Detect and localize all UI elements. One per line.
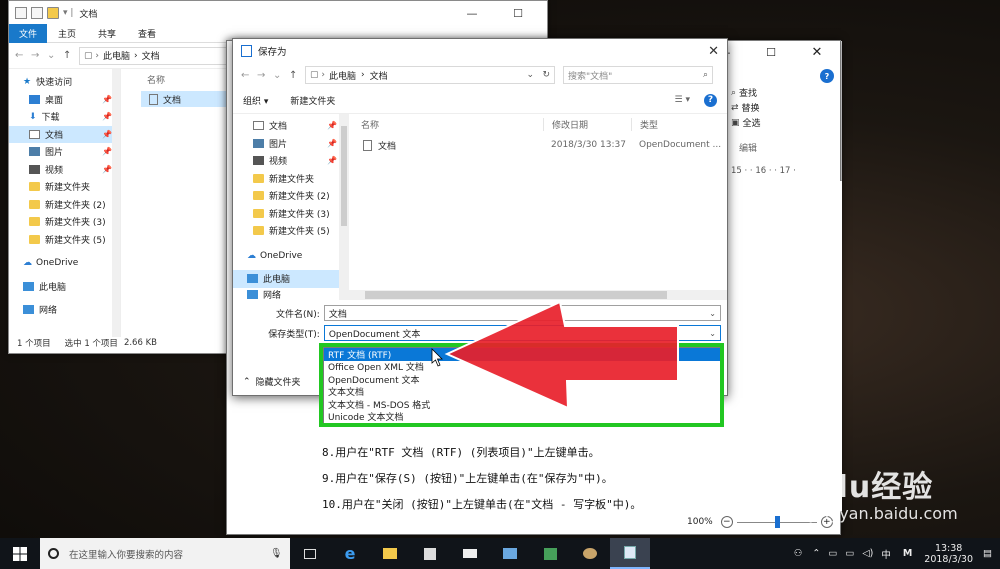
cortana-icon: [48, 548, 59, 559]
clock[interactable]: 13:38 2018/3/30: [924, 543, 973, 565]
watermark-brand: Baidu经验: [770, 470, 934, 505]
taskbar: 在这里输入你要搜索的内容 🎙 e ⚇ ⌃ ▭ ▭ ◁) 中 M 13:38 20…: [0, 538, 1000, 569]
clock-date: 2018/3/30: [924, 553, 974, 565]
taskbar-search-box[interactable]: 在这里输入你要搜索的内容 🎙: [40, 538, 290, 569]
paint-icon[interactable]: [570, 538, 610, 569]
watermark-site: jingyan.baidu.com: [810, 504, 958, 523]
ime-mode-indicator[interactable]: M: [903, 548, 912, 559]
chevron-up-icon[interactable]: ⌃: [812, 548, 820, 559]
mouse-cursor-icon: [431, 348, 443, 367]
red-arrow-icon: [444, 300, 679, 410]
store-icon[interactable]: [410, 538, 450, 569]
battery-icon[interactable]: ▭: [845, 548, 854, 559]
clock-time: 13:38: [934, 542, 963, 554]
ime-indicator[interactable]: 中: [881, 547, 891, 561]
edge-icon[interactable]: e: [330, 538, 370, 569]
task-view-icon[interactable]: [290, 538, 330, 569]
people-icon[interactable]: ⚇: [794, 548, 803, 559]
wordpad-taskbar-icon[interactable]: [610, 538, 650, 569]
network-icon[interactable]: ▭: [828, 548, 837, 559]
mail-icon[interactable]: [450, 538, 490, 569]
network-app-icon[interactable]: [490, 538, 530, 569]
chart-app-icon[interactable]: [530, 538, 570, 569]
baidu-watermark: Baidu经验 jingyan.baidu.com: [770, 462, 985, 523]
microphone-icon[interactable]: 🎙: [270, 548, 282, 559]
windows-logo-icon: [13, 546, 27, 561]
start-button[interactable]: [0, 538, 40, 569]
system-tray: ⚇ ⌃ ▭ ▭ ◁) 中 M 13:38 2018/3/30 ▤: [788, 538, 1000, 569]
notifications-icon[interactable]: ▤: [983, 548, 992, 559]
volume-icon[interactable]: ◁): [862, 548, 873, 559]
file-explorer-icon[interactable]: [370, 538, 410, 569]
